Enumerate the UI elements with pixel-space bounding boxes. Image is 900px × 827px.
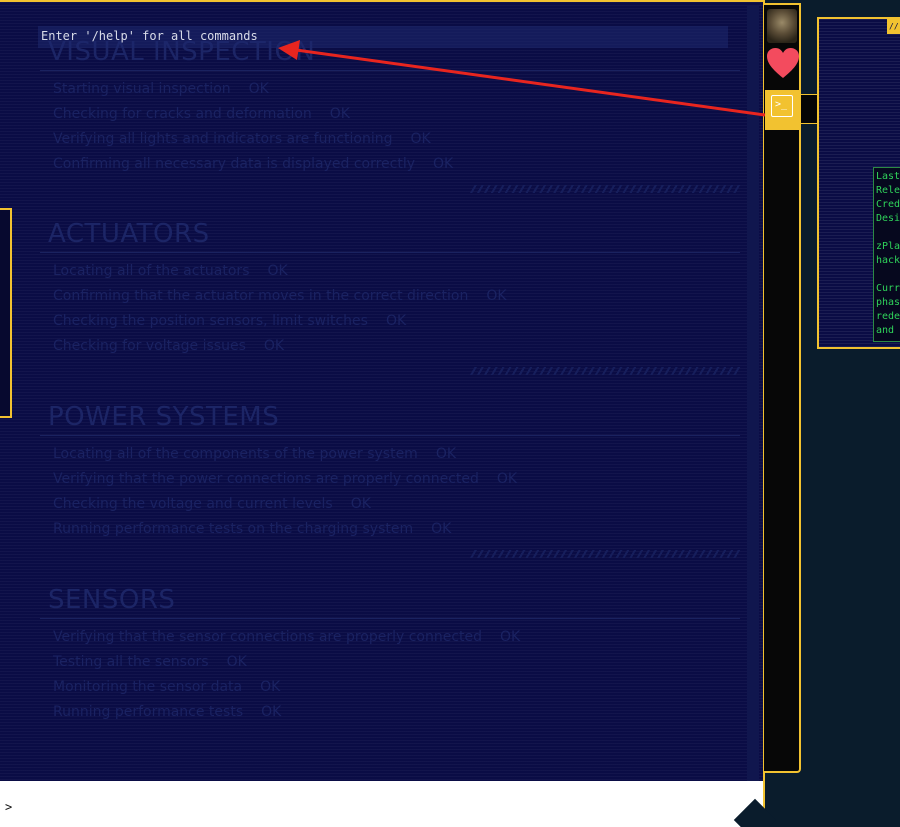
info-line: rede (876, 311, 900, 322)
check-status: OK (267, 263, 288, 279)
info-line: Curr (876, 283, 900, 294)
check-line: Verifying that the sensor connections ar… (53, 629, 521, 645)
check-status: OK (385, 313, 407, 329)
info-line: Cred (876, 199, 900, 210)
check-status: OK (329, 106, 350, 122)
check-status: OK (350, 496, 371, 512)
section-title: ACTUATORS (48, 219, 210, 249)
section-title: POWER SYSTEMS (48, 402, 280, 432)
check-line: Locating all of the actuators OK (53, 263, 288, 279)
info-line-spacer (876, 226, 900, 240)
heart-icon[interactable] (766, 46, 800, 82)
release-notes-box: Last Rele Cred Desi zPla hack Curr phas … (873, 167, 900, 342)
check-line: Running performance tests OK (53, 704, 282, 720)
check-line: Confirming all necessary data is display… (53, 156, 454, 172)
check-line: Running performance tests on the chargin… (53, 521, 452, 537)
command-prompt: > (5, 800, 13, 814)
section-power-systems: POWER SYSTEMS Locating all of the compon… (40, 401, 740, 558)
check-line: Locating all of the components of the po… (53, 446, 457, 462)
check-line: Starting visual inspection OK (53, 81, 269, 97)
section-stripes (470, 185, 740, 193)
info-line: zPla (876, 241, 900, 252)
section-divider (40, 435, 740, 436)
console-panel: VISUAL INSPECTION Starting visual inspec… (0, 0, 765, 827)
panel-corner-icon[interactable]: // (887, 19, 900, 34)
check-status: OK (435, 446, 457, 462)
section-title: SENSORS (48, 585, 176, 615)
info-line: and (876, 325, 895, 336)
info-line-spacer (876, 268, 900, 282)
section-visual-inspection: VISUAL INSPECTION Starting visual inspec… (40, 36, 740, 193)
check-line: Confirming that the actuator moves in th… (53, 288, 507, 304)
check-line: Verifying that the power connections are… (53, 471, 518, 487)
check-status: OK (226, 654, 247, 670)
check-status: OK (248, 81, 269, 97)
check-line: Checking the voltage and current levels O… (53, 496, 371, 512)
section-divider (40, 618, 740, 619)
check-line: Testing all the sensors OK (53, 654, 247, 670)
check-line: Checking for cracks and deformation OK (53, 106, 350, 122)
console-side-notch (0, 208, 12, 418)
info-line: Last (876, 171, 900, 182)
section-stripes (470, 367, 740, 375)
check-status: OK (410, 131, 431, 147)
console-scrollbar[interactable] (747, 6, 759, 782)
section-divider (40, 70, 740, 71)
avatar-icon[interactable] (767, 9, 797, 43)
info-line: hack (876, 255, 900, 266)
check-status: OK (260, 679, 281, 695)
check-status: OK (496, 471, 518, 487)
check-line: Checking the position sensors, limit swi… (53, 313, 407, 329)
check-line: Verifying all lights and indicators are … (53, 131, 431, 147)
check-status: OK (433, 156, 454, 172)
section-actuators: ACTUATORS Locating all of the actuators O… (40, 218, 740, 375)
section-sensors: SENSORS Verifying that the sensor connec… (40, 584, 740, 725)
info-line: Rele (876, 185, 900, 196)
check-status: OK (263, 338, 285, 354)
check-status: OK (500, 629, 521, 645)
section-stripes (470, 550, 740, 558)
check-line: Checking for voltage issues OK (53, 338, 285, 354)
check-line: Monitoring the sensor data OK (53, 679, 281, 695)
help-hint: Enter '/help' for all commands (38, 26, 728, 48)
command-input[interactable] (0, 781, 763, 827)
check-status: OK (261, 704, 282, 720)
info-line: phas (876, 297, 900, 308)
section-divider (40, 252, 740, 253)
info-line: Desi (876, 213, 900, 224)
command-button[interactable]: >_ (765, 90, 799, 130)
terminal-icon: >_ (771, 95, 793, 117)
check-status: OK (486, 288, 507, 304)
check-status: OK (431, 521, 452, 537)
